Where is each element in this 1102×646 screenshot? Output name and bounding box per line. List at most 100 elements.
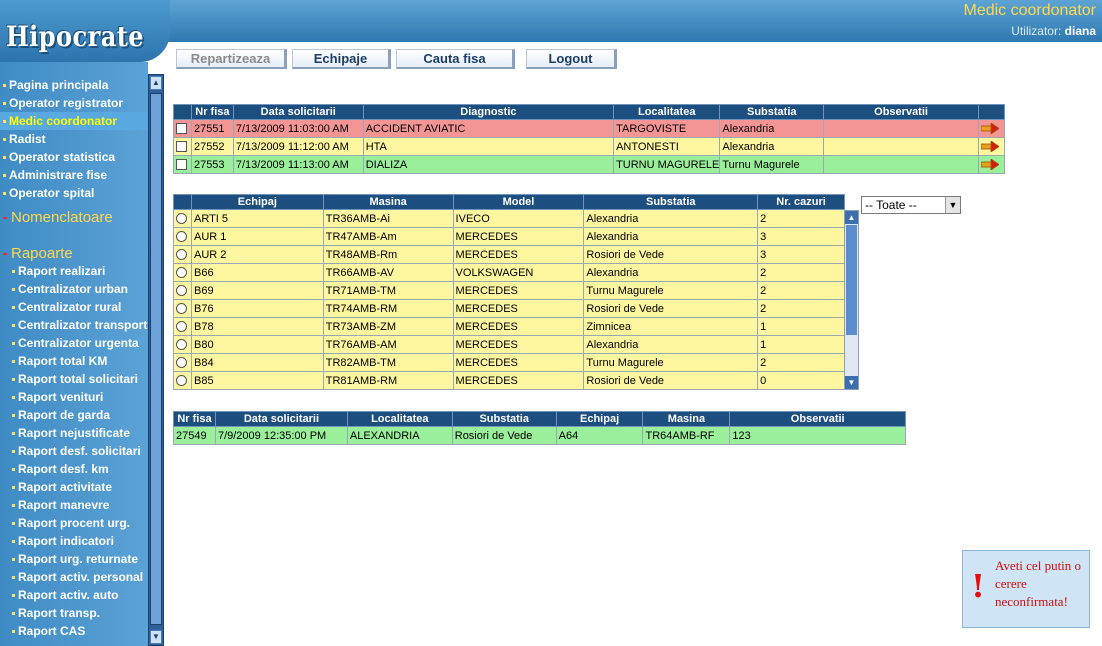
scroll-up-arrow-icon[interactable]: ▲ [845, 211, 858, 224]
report-item[interactable]: Raport realizari [0, 262, 148, 280]
report-item[interactable]: Centralizator urgenta [0, 334, 148, 352]
report-item[interactable]: Centralizator transport [0, 316, 148, 334]
row-checkbox[interactable] [176, 141, 187, 153]
exclamation-icon: ! [971, 567, 986, 605]
table-row[interactable]: 27549 7/9/2009 12:35:00 PM ALEXANDRIA Ro… [173, 426, 906, 445]
report-item[interactable]: Raport activitate [0, 478, 148, 496]
sidebar-item-operator-spital[interactable]: Operator spital [0, 184, 148, 202]
header-model: Model [452, 194, 585, 210]
table-row[interactable]: 27551 7/13/2009 11:03:00 AM ACCIDENT AVI… [173, 119, 1005, 138]
cell-nr-cazuri: 2 [757, 209, 845, 228]
table-row[interactable]: AUR 2 TR48AMB-Rm MERCEDES Rosiori de Ved… [173, 245, 845, 264]
scroll-down-arrow-icon[interactable]: ▼ [845, 376, 858, 389]
row-radio[interactable] [176, 303, 187, 315]
row-checkbox[interactable] [176, 123, 187, 135]
sidebar-section-nomenclatoare[interactable]: Nomenclatoare [0, 207, 148, 229]
table-row[interactable]: B85 TR81AMB-RM MERCEDES Rosiori de Vede … [173, 371, 845, 390]
cell-echipaj: B80 [190, 335, 324, 354]
report-item[interactable]: Centralizator rural [0, 298, 148, 316]
report-item[interactable]: Raport desf. km [0, 460, 148, 478]
substatia-filter-select[interactable]: -- Toate -- ▼ [861, 196, 961, 214]
unconfirmed-alert[interactable]: ! Aveti cel putin o cerere neconfirmata! [962, 550, 1090, 628]
cauta-fisa-button[interactable]: Cauta fisa [396, 49, 515, 69]
report-item[interactable]: Raport activ. personal [0, 568, 148, 586]
header-nr-fisa: Nr fisa [190, 104, 234, 120]
cell-data: 7/13/2009 11:12:00 AM [232, 137, 364, 156]
report-item[interactable]: Raport de garda [0, 406, 148, 424]
header-substatia: Substatia [719, 104, 825, 120]
table-row[interactable]: B78 TR73AMB-ZM MERCEDES Zimnicea 1 [173, 317, 845, 336]
report-item[interactable]: Raport indicatori [0, 532, 148, 550]
row-radio[interactable] [176, 285, 187, 297]
crews-table: Echipaj Masina Model Substatia Nr. cazur… [173, 194, 845, 390]
report-item[interactable]: Raport desf. solicitari [0, 442, 148, 460]
cell-diagnostic: DIALIZA [362, 155, 615, 174]
row-radio[interactable] [176, 231, 187, 243]
cell-localitatea: TURNU MAGURELE [613, 155, 721, 174]
cell-substatia: Rosiori de Vede [451, 426, 557, 445]
header-select [173, 104, 192, 120]
table-row[interactable]: B84 TR82AMB-TM MERCEDES Turnu Magurele 2 [173, 353, 845, 372]
report-item[interactable]: Raport nejustificate [0, 424, 148, 442]
row-radio[interactable] [176, 321, 187, 333]
crews-scrollbar[interactable]: ▲ ▼ [844, 210, 859, 390]
table-row[interactable]: 27553 7/13/2009 11:13:00 AM DIALIZA TURN… [173, 155, 1005, 174]
sidebar-item-operator-registrator[interactable]: Operator registrator [0, 94, 148, 112]
arrow-right-icon[interactable] [981, 141, 1000, 153]
report-item[interactable]: Raport total solicitari [0, 370, 148, 388]
logout-button[interactable]: Logout [526, 49, 617, 69]
report-item[interactable]: Raport total KM [0, 352, 148, 370]
row-checkbox[interactable] [176, 159, 187, 171]
report-item[interactable]: Raport activ. auto [0, 586, 148, 604]
table-row[interactable]: B80 TR76AMB-AM MERCEDES Alexandria 1 [173, 335, 845, 354]
chevron-down-icon[interactable]: ▼ [945, 197, 960, 213]
cell-substatia: Zimnicea [583, 317, 759, 336]
arrow-right-icon[interactable] [981, 123, 1000, 135]
cell-nr-fisa: 27549 [173, 426, 216, 445]
row-radio[interactable] [176, 249, 187, 261]
report-item[interactable]: Raport procent urg. [0, 514, 148, 532]
cell-nr-fisa: 27551 [190, 119, 234, 138]
table-row[interactable]: B66 TR66AMB-AV VOLKSWAGEN Alexandria 2 [173, 263, 845, 282]
row-radio[interactable] [176, 357, 187, 369]
table-row[interactable]: 27552 7/13/2009 11:12:00 AM HTA ANTONEST… [173, 137, 1005, 156]
row-radio[interactable] [176, 213, 187, 225]
cell-substatia: Alexandria [583, 335, 759, 354]
cell-masina: TR74AMB-RM [322, 299, 454, 318]
table-row[interactable]: ARTI 5 TR36AMB-Ai IVECO Alexandria 2 [173, 209, 845, 228]
cell-substatia: Rosiori de Vede [583, 371, 759, 390]
cell-substatia: Turnu Magurele [583, 353, 759, 372]
sidebar-scrollbar[interactable]: ▲ ▼ [148, 74, 164, 646]
cell-substatia: Alexandria [583, 209, 759, 228]
sidebar-item-administrare-fise[interactable]: Administrare fise [0, 166, 148, 184]
report-item[interactable]: Raport transp. [0, 604, 148, 622]
header-substatia: Substatia [451, 411, 557, 427]
report-item[interactable]: Raport CAS [0, 622, 148, 640]
row-radio[interactable] [176, 375, 187, 387]
sidebar-item-pagina-principala[interactable]: Pagina principala [0, 76, 148, 94]
cell-observatii [823, 137, 980, 156]
scroll-down-arrow-icon[interactable]: ▼ [150, 630, 162, 644]
sidebar-item-radist[interactable]: Radist [0, 130, 148, 148]
row-radio[interactable] [176, 339, 187, 351]
report-item[interactable]: Raport manevre [0, 496, 148, 514]
echipaje-button[interactable]: Echipaje [292, 49, 391, 69]
cell-masina: TR82AMB-TM [322, 353, 454, 372]
table-row[interactable]: B69 TR71AMB-TM MERCEDES Turnu Magurele 2 [173, 281, 845, 300]
sidebar-scroll-thumb[interactable] [150, 93, 162, 625]
cell-observatii [823, 119, 980, 138]
cell-echipaj: AUR 1 [190, 227, 324, 246]
table-row[interactable]: AUR 1 TR47AMB-Am MERCEDES Alexandria 3 [173, 227, 845, 246]
table-row[interactable]: B76 TR74AMB-RM MERCEDES Rosiori de Vede … [173, 299, 845, 318]
cell-nr-cazuri: 1 [757, 335, 845, 354]
scroll-up-arrow-icon[interactable]: ▲ [150, 76, 162, 90]
report-item[interactable]: Centralizator urban [0, 280, 148, 298]
repartizeaza-button[interactable]: Repartizeaza [176, 49, 287, 69]
sidebar-item-medic-coordonator[interactable]: Medic coordonator [0, 112, 148, 130]
sidebar-item-operator-statistica[interactable]: Operator statistica [0, 148, 148, 166]
arrow-right-icon[interactable] [981, 159, 1000, 171]
row-radio[interactable] [176, 267, 187, 279]
report-item[interactable]: Raport urg. returnate [0, 550, 148, 568]
crews-scroll-thumb[interactable] [846, 225, 857, 335]
report-item[interactable]: Raport venituri [0, 388, 148, 406]
